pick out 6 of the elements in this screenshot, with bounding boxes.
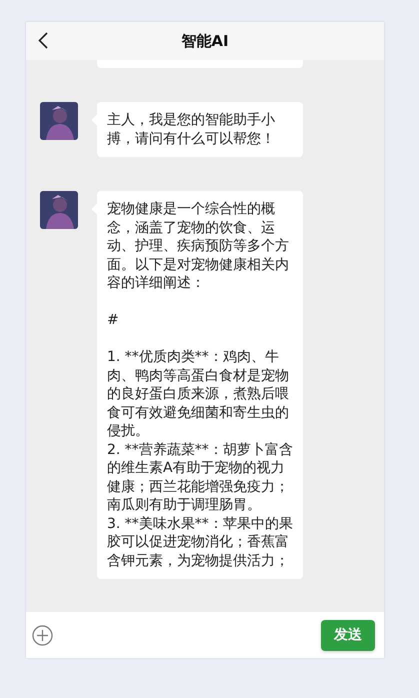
window-title: 智能AI xyxy=(181,32,229,50)
send-button[interactable]: 发送 xyxy=(321,620,375,650)
add-icon[interactable] xyxy=(32,624,53,646)
avatar-icon xyxy=(40,102,78,140)
back-icon[interactable] xyxy=(38,32,48,49)
avatar-icon xyxy=(40,191,78,229)
